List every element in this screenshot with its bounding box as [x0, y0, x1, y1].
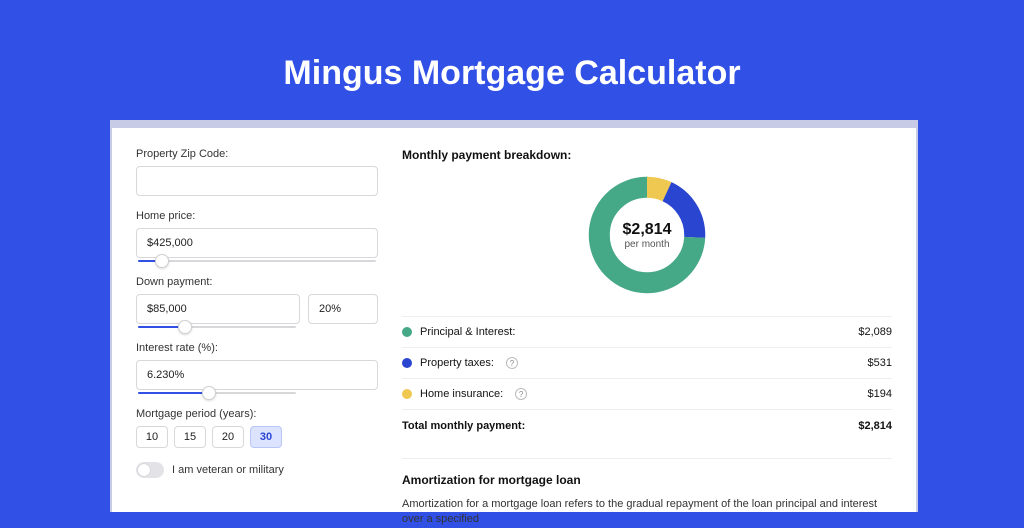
legend-row: Principal & Interest: $2,089: [402, 316, 892, 347]
legend-dot: [402, 389, 412, 399]
home-price-label: Home price:: [136, 210, 378, 222]
slider-thumb[interactable]: [155, 254, 169, 268]
page-title: Mingus Mortgage Calculator: [0, 0, 1024, 93]
donut-center-sub: per month: [624, 239, 669, 250]
form-panel: Property Zip Code: Home price: Down paym…: [136, 148, 378, 512]
home-price-input[interactable]: [136, 228, 378, 258]
legend-row: Home insurance:? $194: [402, 378, 892, 409]
interest-input[interactable]: [136, 360, 378, 390]
legend-label: Property taxes:: [420, 357, 494, 369]
amortization-heading: Amortization for mortgage loan: [402, 473, 892, 487]
veteran-label: I am veteran or military: [172, 464, 284, 476]
total-value: $2,814: [858, 420, 892, 432]
down-payment-input[interactable]: [136, 294, 300, 324]
card-shadow: Property Zip Code: Home price: Down paym…: [110, 120, 918, 512]
amortization-text: Amortization for a mortgage loan refers …: [402, 497, 892, 528]
veteran-row: I am veteran or military: [136, 462, 378, 478]
period-label: Mortgage period (years):: [136, 408, 378, 420]
period-option-30[interactable]: 30: [250, 426, 282, 448]
amortization-section: Amortization for mortgage loan Amortizat…: [402, 458, 892, 528]
period-option-20[interactable]: 20: [212, 426, 244, 448]
period-option-15[interactable]: 15: [174, 426, 206, 448]
legend-dot: [402, 358, 412, 368]
down-payment-slider[interactable]: [138, 326, 296, 328]
down-payment-pct-input[interactable]: [308, 294, 378, 324]
period-option-10[interactable]: 10: [136, 426, 168, 448]
zip-input[interactable]: [136, 166, 378, 196]
down-payment-label: Down payment:: [136, 276, 378, 288]
home-price-slider[interactable]: [138, 260, 376, 262]
legend-label: Home insurance:: [420, 388, 503, 400]
legend: Principal & Interest: $2,089 Property taxe…: [402, 316, 892, 409]
legend-dot: [402, 327, 412, 337]
period-options: 10 15 20 30: [136, 426, 378, 448]
slider-thumb[interactable]: [178, 320, 192, 334]
legend-total-row: Total monthly payment: $2,814: [402, 409, 892, 442]
legend-label: Principal & Interest:: [420, 326, 515, 338]
veteran-toggle[interactable]: [136, 462, 164, 478]
calculator-card: Property Zip Code: Home price: Down paym…: [112, 128, 916, 512]
total-label: Total monthly payment:: [402, 420, 525, 432]
slider-thumb[interactable]: [202, 386, 216, 400]
interest-label: Interest rate (%):: [136, 342, 378, 354]
info-icon[interactable]: ?: [515, 388, 527, 400]
legend-value: $194: [868, 388, 892, 400]
legend-value: $2,089: [858, 326, 892, 338]
donut-chart: $2,814 per month: [402, 172, 892, 298]
legend-value: $531: [868, 357, 892, 369]
info-icon[interactable]: ?: [506, 357, 518, 369]
breakdown-panel: Monthly payment breakdown: $2,814 per mo…: [402, 148, 892, 512]
breakdown-heading: Monthly payment breakdown:: [402, 148, 892, 162]
legend-row: Property taxes:? $531: [402, 347, 892, 378]
page: Mingus Mortgage Calculator Property Zip …: [0, 0, 1024, 512]
interest-slider[interactable]: [138, 392, 296, 394]
zip-label: Property Zip Code:: [136, 148, 378, 160]
donut-center-value: $2,814: [623, 221, 672, 239]
